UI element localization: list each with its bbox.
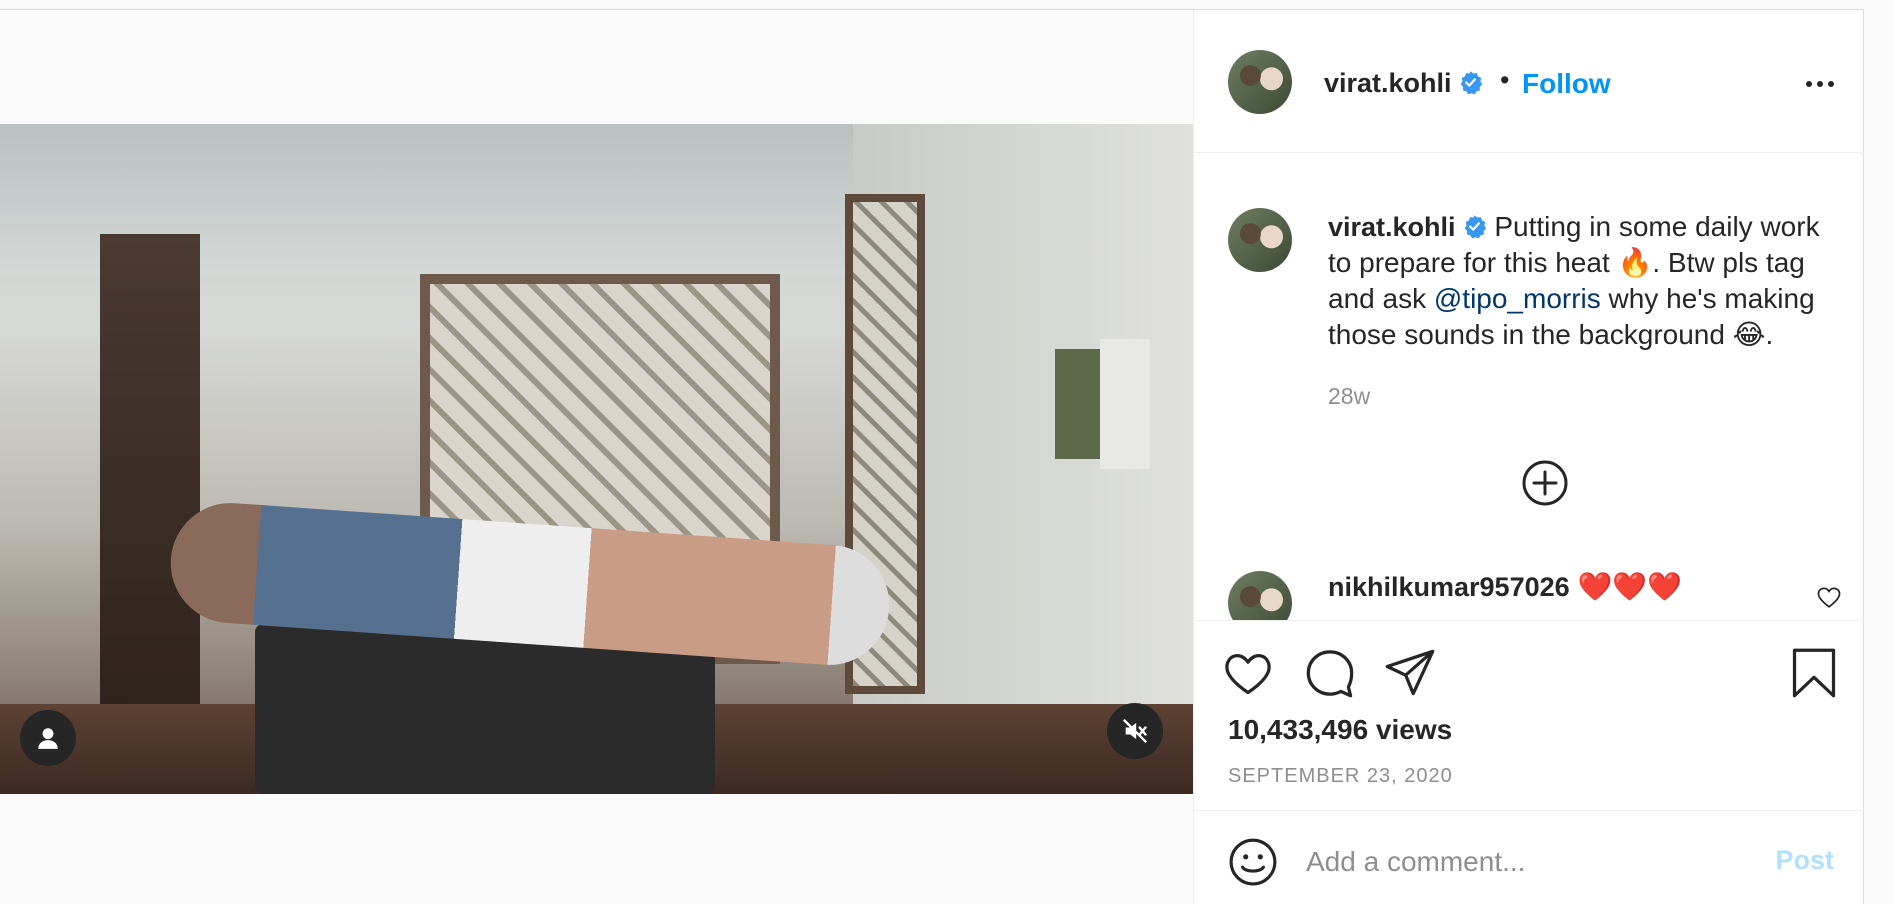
post-caption: virat.kohli Putting in some daily work t… — [1328, 209, 1848, 353]
post-date: SEPTEMBER 23, 2020 — [1228, 765, 1453, 787]
comment-text: ❤️❤️❤️ — [1577, 571, 1683, 602]
author-avatar[interactable] — [1228, 50, 1292, 114]
comment-input[interactable] — [1306, 837, 1736, 887]
post-header: virat.kohli • Follow — [1194, 10, 1864, 153]
share-icon[interactable] — [1384, 647, 1436, 699]
bookmark-icon[interactable] — [1788, 647, 1840, 699]
commenter-username[interactable]: nikhilkumar957026 — [1328, 572, 1570, 602]
comment-like-heart-icon[interactable] — [1816, 584, 1842, 610]
follow-button[interactable]: Follow — [1522, 68, 1611, 100]
verified-badge-icon — [1464, 215, 1486, 239]
separator-dot: • — [1500, 65, 1510, 95]
media-area — [0, 10, 1193, 904]
post-video[interactable] — [0, 124, 1193, 794]
post-side-panel: virat.kohli • Follow virat.kohli Putting… — [1193, 10, 1864, 904]
author-username[interactable]: virat.kohli — [1324, 68, 1483, 99]
user-tag-icon — [38, 728, 58, 749]
load-more-comments-icon[interactable] — [1521, 459, 1569, 507]
verified-badge-icon — [1460, 71, 1482, 95]
post-actions: 10,433,496 views SEPTEMBER 23, 2020 — [1194, 620, 1864, 810]
post-dialog: virat.kohli • Follow virat.kohli Putting… — [0, 9, 1864, 904]
heart-icon[interactable] — [1222, 647, 1274, 699]
post-time[interactable]: 28w — [1328, 383, 1370, 410]
caption-author-avatar[interactable] — [1228, 208, 1292, 272]
caption-mention[interactable]: @tipo_morris — [1434, 283, 1601, 314]
comments-list[interactable]: virat.kohli Putting in some daily work t… — [1194, 153, 1864, 620]
emoji-icon[interactable] — [1228, 837, 1278, 887]
unmute-button[interactable] — [1107, 703, 1163, 759]
add-comment-section: Post — [1194, 810, 1864, 904]
tagged-users-button[interactable] — [20, 710, 76, 766]
view-count[interactable]: 10,433,496 views — [1228, 714, 1452, 746]
comment-icon[interactable] — [1304, 647, 1356, 699]
post-comment-button[interactable]: Post — [1775, 845, 1834, 876]
more-options-icon[interactable] — [1802, 70, 1838, 98]
caption-author-username[interactable]: virat.kohli — [1328, 212, 1487, 242]
commenter-avatar[interactable] — [1228, 571, 1292, 620]
muted-speaker-icon — [1123, 719, 1147, 743]
comment-item: nikhilkumar957026 ❤️❤️❤️ — [1328, 570, 1682, 603]
